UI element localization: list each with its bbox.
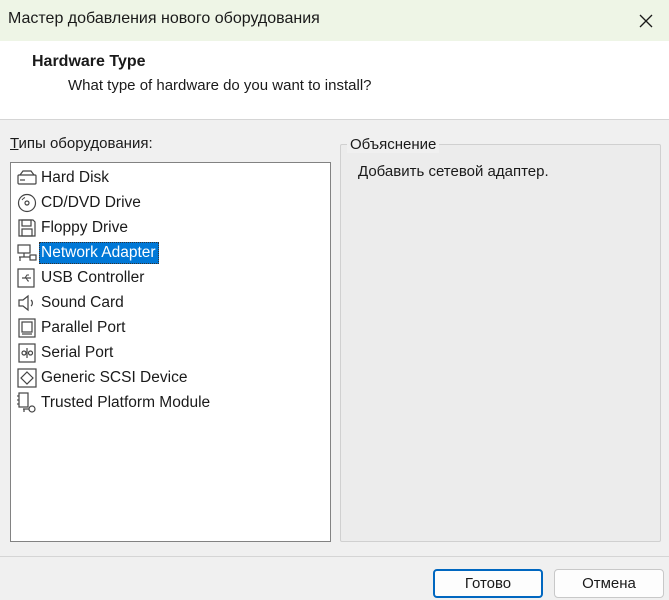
- finish-button[interactable]: Готово: [433, 569, 543, 598]
- floppy-icon: [15, 216, 39, 240]
- window-title: Мастер добавления нового оборудования: [8, 10, 320, 27]
- explanation-legend: Объяснение: [347, 136, 440, 153]
- list-item-label: CD/DVD Drive: [41, 193, 141, 211]
- parallel-port-icon: [15, 316, 39, 340]
- list-item-serial-port[interactable]: Serial Port: [11, 340, 330, 365]
- tpm-icon: [15, 391, 39, 415]
- list-item-label: USB Controller: [41, 268, 145, 286]
- serial-port-icon: [15, 341, 39, 365]
- title-bar: Мастер добавления нового оборудования: [0, 0, 669, 41]
- list-item-label: Parallel Port: [41, 318, 126, 336]
- explanation-text: Добавить сетевой адаптер.: [358, 163, 549, 180]
- list-item-label: Serial Port: [41, 343, 114, 361]
- list-item-usb-controller[interactable]: USB Controller: [11, 265, 330, 290]
- list-item-label: Trusted Platform Module: [41, 393, 211, 411]
- wizard-header: Hardware Type What type of hardware do y…: [0, 41, 669, 119]
- close-button[interactable]: [623, 0, 669, 41]
- accesskey-letter: Т: [10, 135, 19, 152]
- list-item-generic-scsi[interactable]: Generic SCSI Device: [11, 365, 330, 390]
- cd-dvd-icon: [15, 191, 39, 215]
- list-item-label: Floppy Drive: [41, 218, 128, 236]
- usb-icon: [15, 266, 39, 290]
- network-adapter-icon: [15, 241, 39, 265]
- list-item-label: Generic SCSI Device: [41, 368, 188, 386]
- list-item-tpm[interactable]: Trusted Platform Module: [11, 390, 330, 415]
- list-item-label: Sound Card: [41, 293, 124, 311]
- footer-divider: [0, 556, 669, 557]
- cancel-button[interactable]: Отмена: [554, 569, 664, 598]
- list-item-label: Hard Disk: [41, 168, 110, 186]
- page-subtitle: What type of hardware do you want to ins…: [68, 77, 372, 94]
- scsi-icon: [15, 366, 39, 390]
- list-item-cd-dvd[interactable]: CD/DVD Drive: [11, 190, 330, 215]
- list-item-hard-disk[interactable]: Hard Disk: [11, 165, 330, 190]
- hard-disk-icon: [15, 166, 39, 190]
- page-title: Hardware Type: [32, 53, 146, 70]
- list-item-network-adapter[interactable]: Network Adapter: [11, 240, 330, 265]
- speaker-icon: [15, 291, 39, 315]
- hardware-types-label: Типы оборудования:: [10, 135, 153, 152]
- list-item-label: Network Adapter: [39, 241, 159, 264]
- list-item-sound-card[interactable]: Sound Card: [11, 290, 330, 315]
- hardware-types-list[interactable]: Hard Disk CD/DVD Drive Floppy Drive Netw…: [10, 162, 331, 542]
- close-icon: [639, 14, 653, 27]
- list-item-floppy[interactable]: Floppy Drive: [11, 215, 330, 240]
- list-item-parallel-port[interactable]: Parallel Port: [11, 315, 330, 340]
- explanation-groupbox: Объяснение Добавить сетевой адаптер.: [340, 136, 661, 542]
- hardware-types-label-text: ипы оборудования:: [18, 135, 153, 152]
- header-divider: [0, 119, 669, 120]
